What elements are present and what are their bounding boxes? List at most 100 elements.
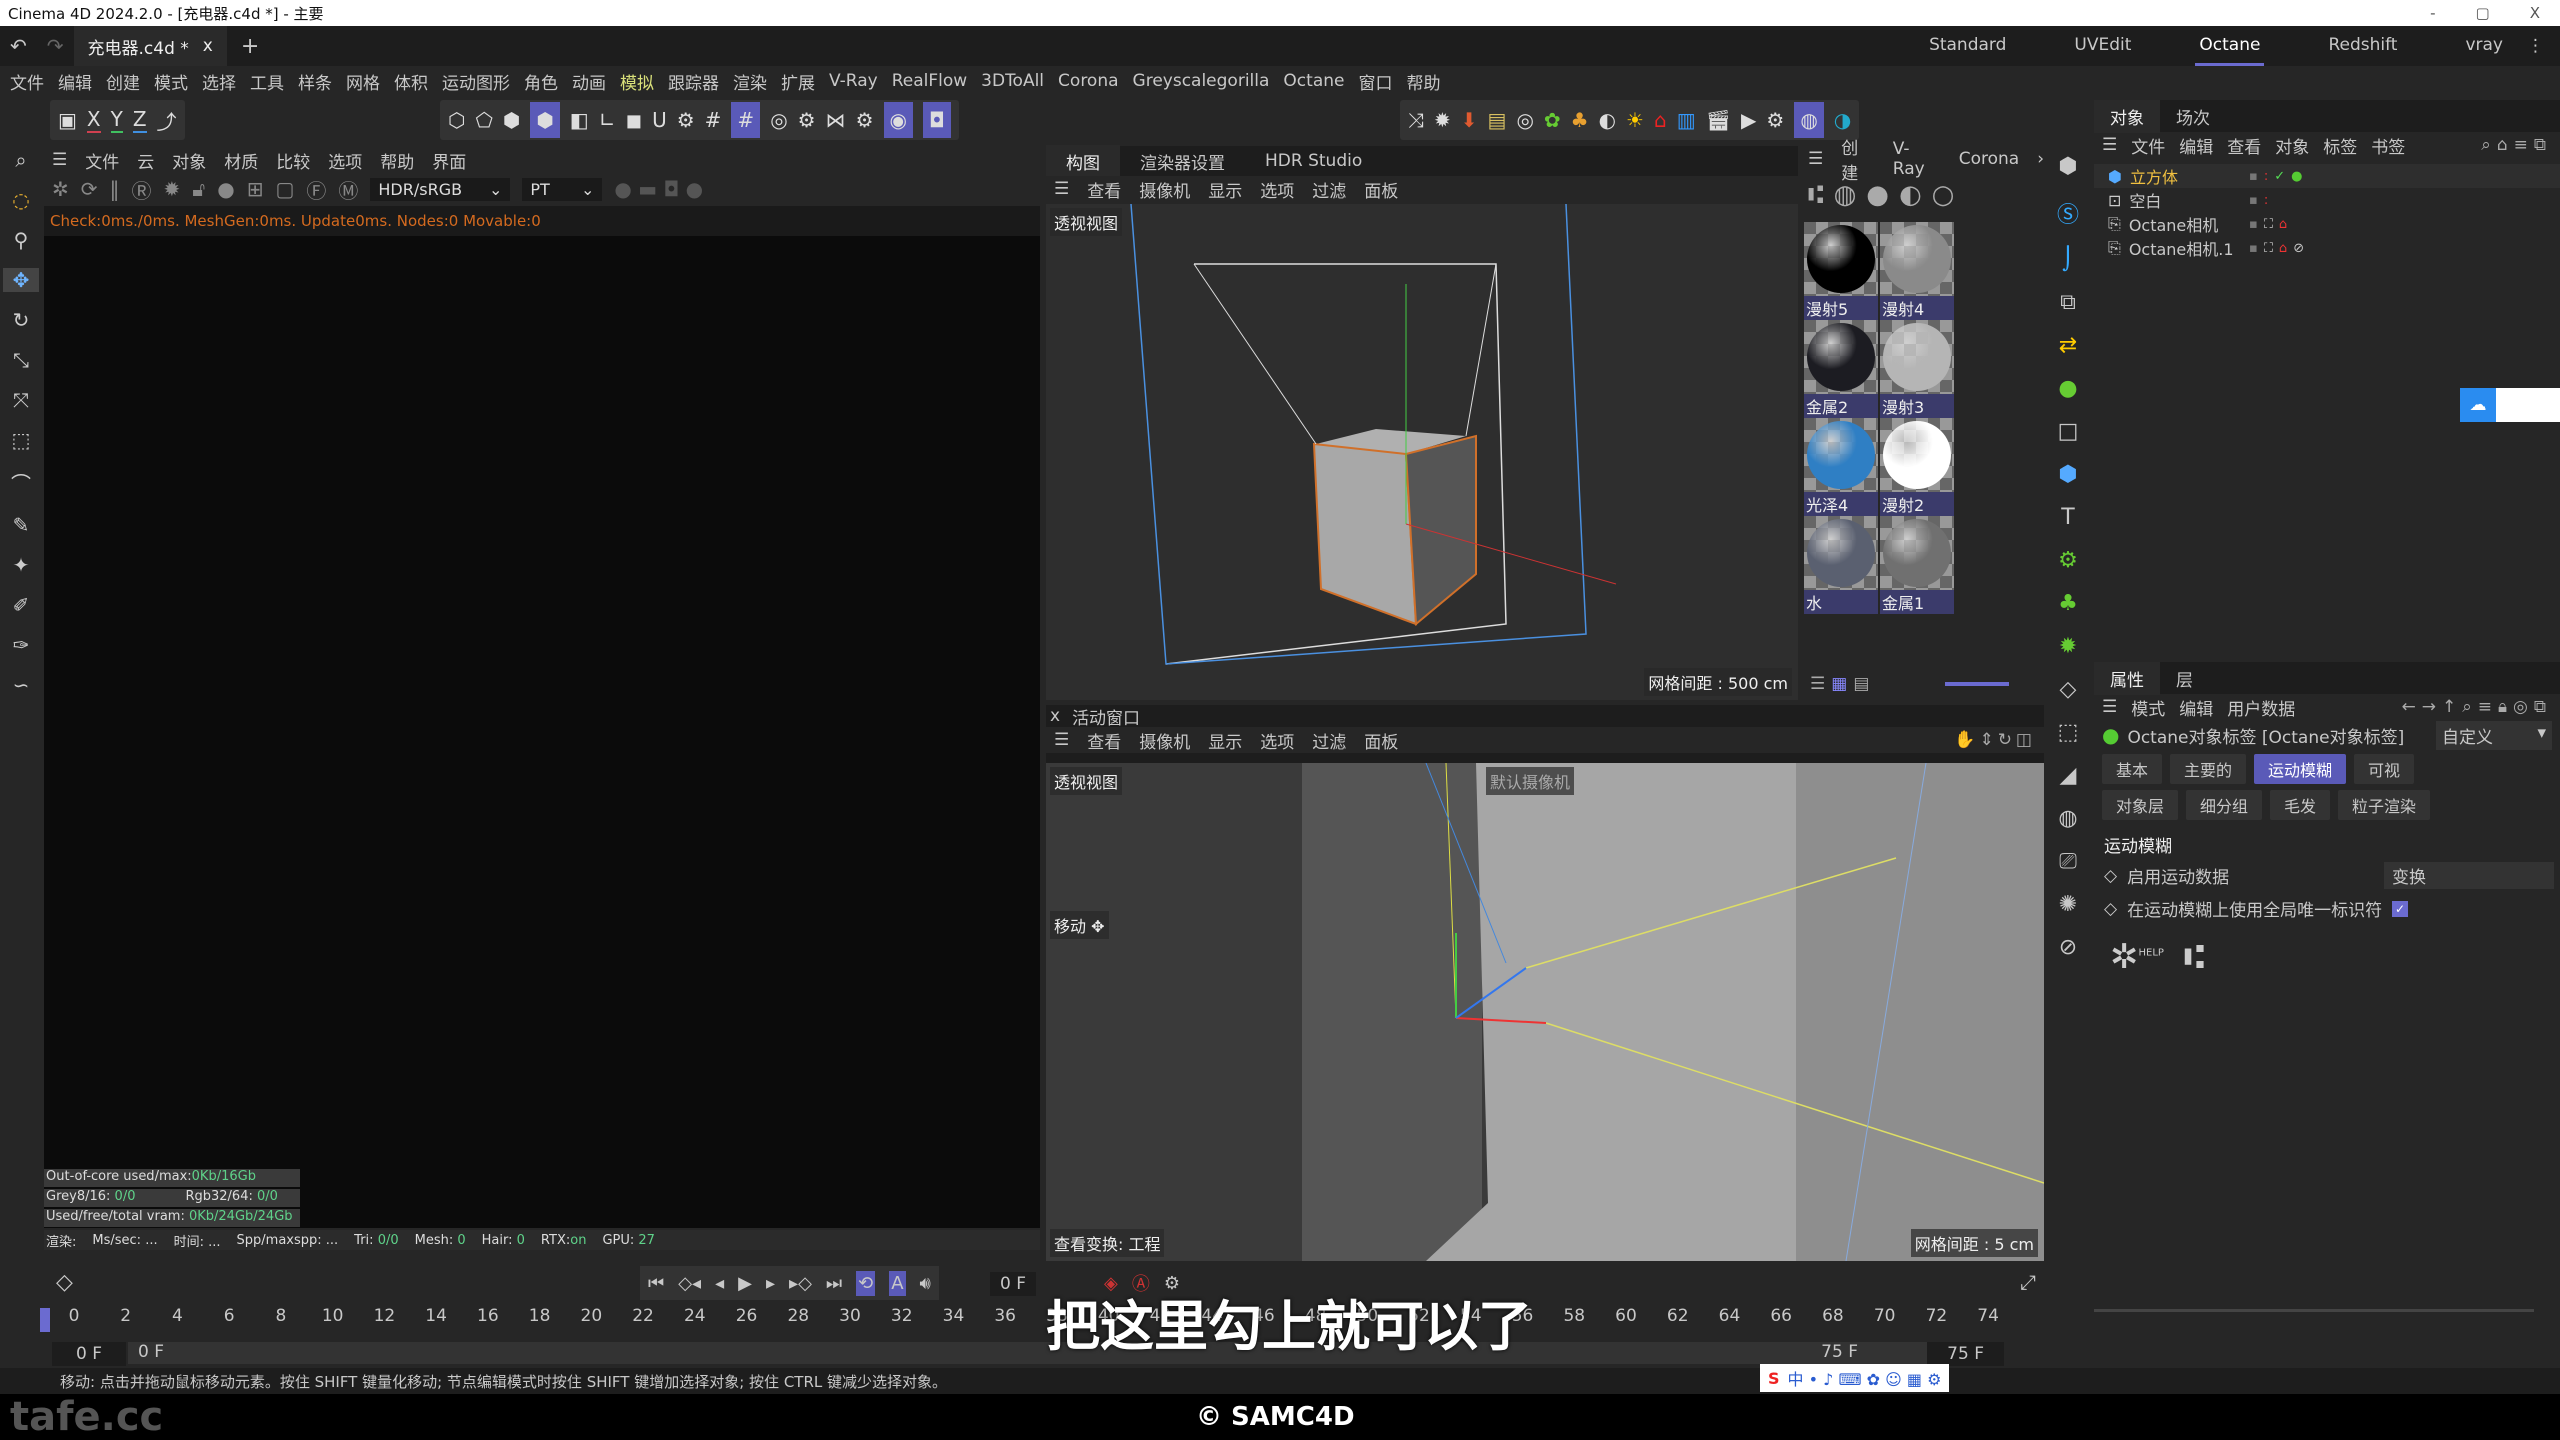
menu-item[interactable]: 选择 (202, 69, 236, 94)
frame-icon[interactable]: ▢ (275, 177, 294, 201)
live-menu-item[interactable]: 对象 (172, 148, 206, 173)
attribute-menu-item[interactable]: 模式 (2131, 695, 2165, 720)
glossy-material-icon[interactable]: ● (1866, 180, 1889, 210)
deformer-icon[interactable]: ⇄ (2059, 333, 2077, 358)
octane-settings-icon[interactable]: ◘ (922, 102, 951, 138)
preset-select[interactable]: 自定义 ▾ (2436, 720, 2552, 750)
more-icon[interactable]: ⋮ (2527, 36, 2560, 56)
render-view-icon[interactable]: ◎ (770, 108, 787, 132)
effector-icon[interactable]: ✹ (2059, 634, 2077, 659)
menu-item[interactable]: 3DToAll (981, 71, 1044, 91)
minimize-button[interactable]: - (2430, 4, 2435, 22)
object-flags[interactable]: ▪ ⛶ ⌂ (2249, 217, 2287, 232)
next-key-icon[interactable]: ▸◇ (789, 1273, 812, 1294)
primitive-icon[interactable]: ⬢ (2058, 462, 2077, 487)
text-icon[interactable]: T (2061, 505, 2074, 530)
viewport-menu-item[interactable]: 查看 (1087, 177, 1121, 202)
keyframe-icon[interactable]: ◇ (56, 1270, 73, 1295)
material-swatch[interactable]: 金属2 (1804, 320, 1878, 418)
live-menu-item[interactable]: 文件 (85, 148, 119, 173)
menu-item[interactable]: 体积 (394, 69, 428, 94)
min-frame-field[interactable]: 0 F (52, 1342, 126, 1366)
blend-material-icon[interactable]: ◍ (1834, 180, 1857, 210)
scene-icon[interactable]: ⬚ (2058, 720, 2079, 745)
octane-logo-icon[interactable]: ◍ (1794, 102, 1824, 138)
keyframe-diamond-icon[interactable]: ◇ (2104, 899, 2117, 919)
workplane-icon[interactable]: # (731, 102, 761, 138)
object-tab[interactable]: 对象 (2094, 99, 2160, 133)
octane-lens-icon[interactable]: ◑ (1834, 108, 1851, 132)
close-button[interactable]: X (2530, 4, 2540, 22)
chevron-right-icon[interactable]: › (2037, 149, 2044, 169)
range-slider[interactable]: 0 F 75 F (128, 1342, 1958, 1364)
channel-icons[interactable]: ● ▬ ◘ ● (614, 177, 703, 201)
pen-icon[interactable]: ⌡ (2062, 247, 2073, 272)
viewport-menu-item[interactable]: 摄像机 (1139, 728, 1190, 753)
prev-key-icon[interactable]: ◇◂ (678, 1273, 701, 1294)
environment-icon[interactable]: ◍ (2058, 806, 2077, 831)
attribute-group-button[interactable]: 可视 (2354, 754, 2415, 784)
material-menu-item[interactable]: 创建 (1841, 134, 1875, 184)
menu-item[interactable]: 渲染 (733, 69, 767, 94)
octane-star-icon[interactable]: ✹ (1434, 108, 1451, 132)
menu-item[interactable]: 帮助 (1406, 69, 1440, 94)
light-icon[interactable]: ✺ (2059, 892, 2077, 917)
pause-icon[interactable]: ‖ (110, 177, 120, 201)
octane-live-icon[interactable]: ◉ (883, 102, 913, 138)
hamburger-icon[interactable]: ☰ (1054, 730, 1069, 750)
grid-view-icon[interactable]: ▦ (1831, 674, 1847, 694)
menu-item[interactable]: 动画 (572, 69, 606, 94)
maximize-button[interactable]: ▢ (2476, 4, 2490, 22)
viewport-menu-item[interactable]: 选项 (1260, 728, 1294, 753)
field-icon[interactable]: ● (2058, 376, 2077, 401)
clapper-settings-icon[interactable]: ⚙ (1766, 108, 1784, 132)
attribute-tab[interactable]: 层 (2160, 662, 2209, 695)
attribute-group-button[interactable]: 对象层 (2102, 790, 2179, 820)
object-menu-item[interactable]: 查看 (2227, 133, 2261, 158)
object-row[interactable]: ⬢ 立方体 ▪: ✓ ● (2094, 164, 2560, 188)
menu-item[interactable]: 运动图形 (442, 69, 510, 94)
object-menu-icons[interactable]: ⌕⌂≡⧉ (2481, 135, 2560, 155)
perspective-view-bottom[interactable]: 透视视图 默认摄像机 移动 ✥ 查看变换: 工程 网格间距 : 5 cm (1046, 763, 2044, 1261)
live-menu-item[interactable]: 比较 (276, 148, 310, 173)
object-flags[interactable]: ▪: (2249, 193, 2268, 208)
add-icon[interactable]: ⊞ (247, 177, 264, 201)
playhead[interactable] (40, 1308, 50, 1332)
points-mode-icon[interactable]: ⬡ (448, 108, 465, 132)
material-swatch[interactable]: 漫射4 (1880, 222, 1954, 320)
viewport-menu-item[interactable]: 查看 (1087, 728, 1121, 753)
material-menu-item[interactable]: V-Ray (1893, 139, 1941, 179)
object-flags[interactable]: ▪ ⛶ ⌂ ⊘ (2249, 241, 2304, 256)
brush-icon[interactable]: ✐ (13, 593, 30, 617)
menu-item[interactable]: 创建 (106, 69, 140, 94)
redo-icon[interactable]: ↷ (37, 34, 74, 58)
material-swatch[interactable]: 金属1 (1880, 516, 1954, 614)
attribute-menu-item[interactable]: 编辑 (2179, 695, 2213, 720)
viewport-menu-item[interactable]: 显示 (1208, 177, 1242, 202)
sculpt-icon[interactable]: ✑ (13, 633, 30, 657)
camera-label[interactable]: 默认摄像机 (1486, 767, 1575, 795)
menu-item[interactable]: Octane (1283, 71, 1344, 91)
material-menu-item[interactable]: Corona (1959, 149, 2019, 169)
max-frame-field[interactable]: 75 F (1927, 1342, 2004, 1366)
target-icon[interactable]: ◎ (1516, 108, 1533, 132)
global-uid-checkbox[interactable]: ✓ (2392, 900, 2409, 917)
edges-mode-icon[interactable]: ⬠ (475, 108, 492, 132)
scale-tool-icon[interactable]: ⤡ (13, 348, 29, 372)
viewport-menu-item[interactable]: 面板 (1364, 728, 1398, 753)
hamburger-icon[interactable]: ☰ (1808, 149, 1823, 169)
scatter-icon[interactable]: ✿ (1544, 108, 1561, 132)
live-menu-item[interactable]: 选项 (328, 148, 362, 173)
shuffle-icon[interactable]: ⤨ (1408, 108, 1424, 132)
attribute-group-button[interactable]: 基本 (2102, 754, 2163, 784)
menu-item[interactable]: 网格 (346, 69, 380, 94)
layout-tab-octane[interactable]: Octane (2195, 27, 2265, 66)
spotlight-icon[interactable]: ◐ (1599, 108, 1616, 132)
object-row[interactable]: ⊡ 空白 ▪: (2094, 188, 2560, 212)
material-swatch[interactable]: 光泽4 (1804, 418, 1878, 516)
clapper-play-icon[interactable]: ▶ (1741, 108, 1756, 132)
menu-item[interactable]: 窗口 (1358, 69, 1392, 94)
keyframe-diamond-icon[interactable]: ◇ (2104, 866, 2117, 886)
hamburger-icon[interactable]: ☰ (1054, 179, 1069, 199)
rotate-tool-icon[interactable]: ↻ (13, 308, 30, 332)
